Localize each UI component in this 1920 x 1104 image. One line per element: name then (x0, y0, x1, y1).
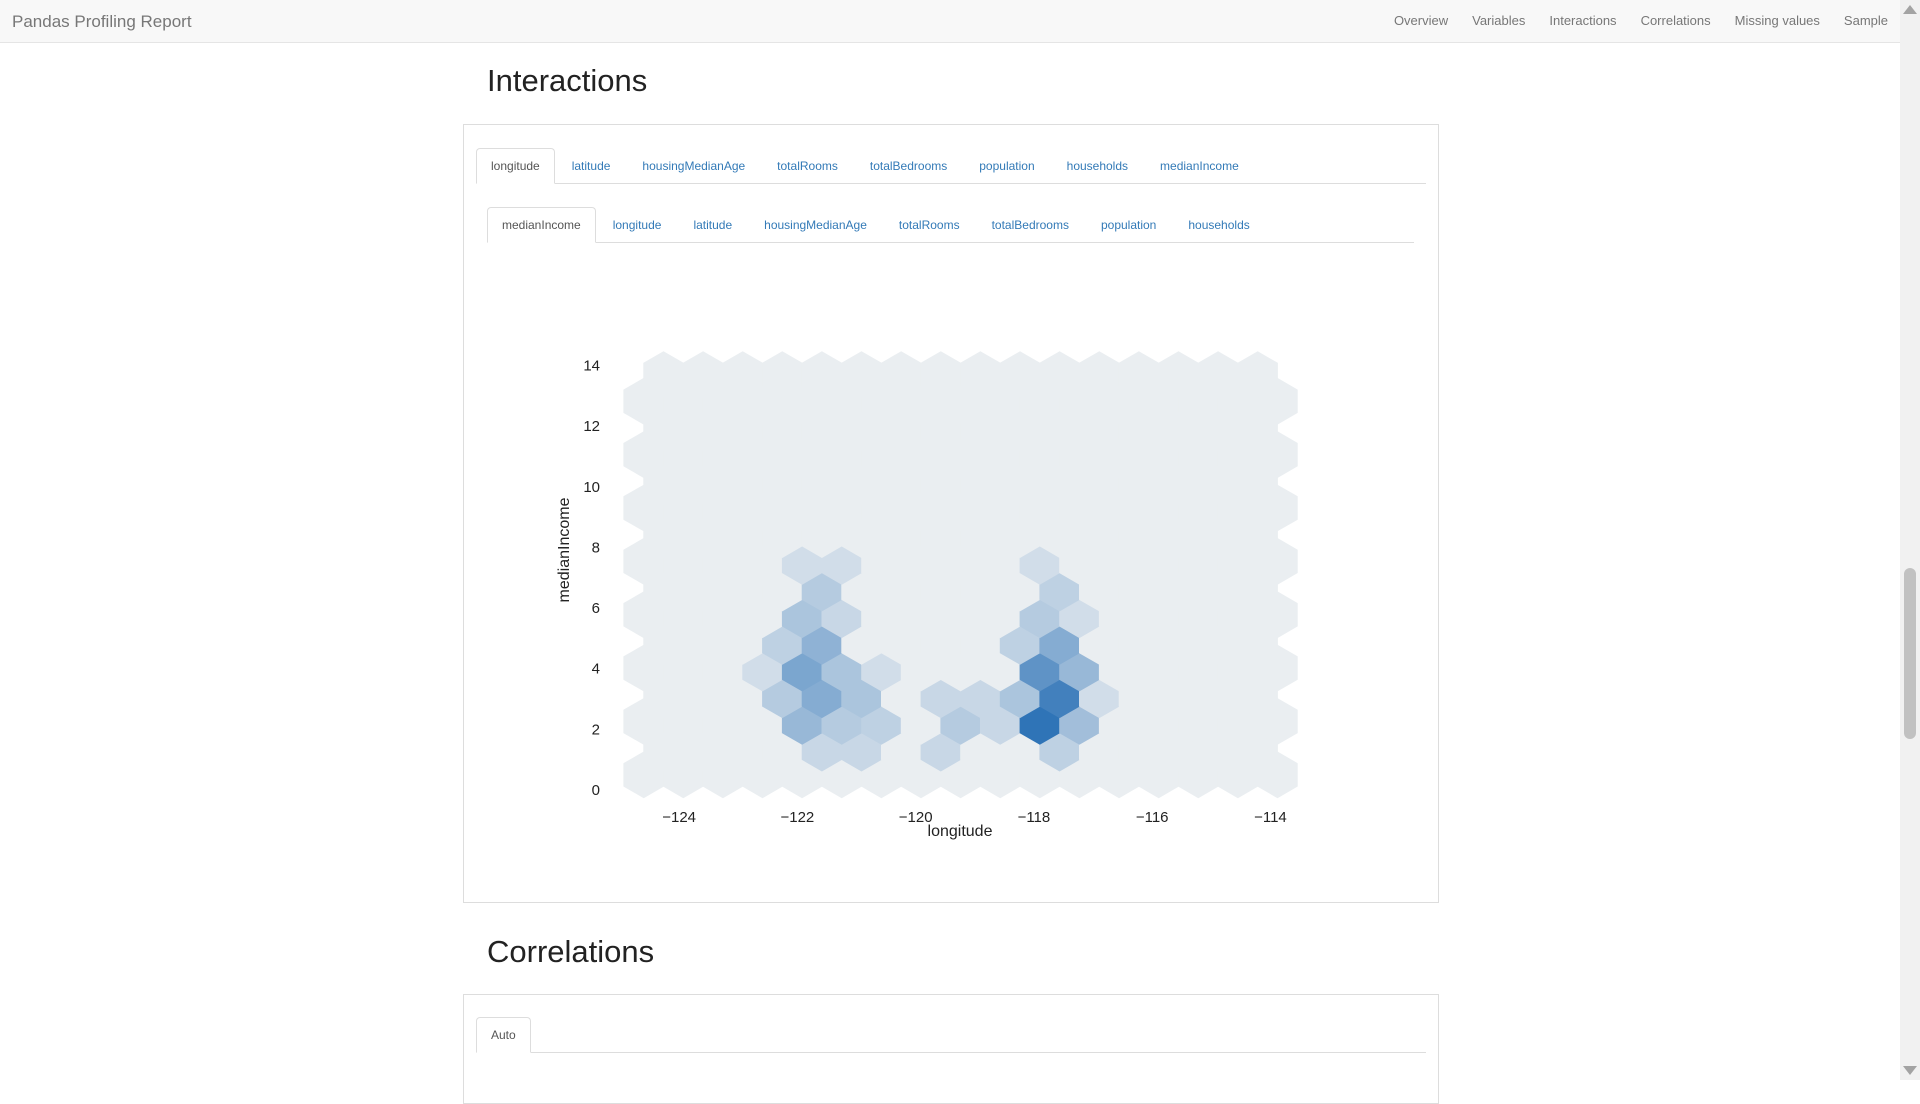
top-navbar: Pandas Profiling Report Overview Variabl… (0, 0, 1900, 43)
nav-link-sample[interactable]: Sample (1832, 0, 1900, 43)
inner-tab-medianincome[interactable]: medianIncome (487, 207, 596, 243)
y-tick-label: 12 (583, 418, 600, 435)
hexbin-chart: −124 −122 −120 −118 −116 −114 02468101214 lon… (556, 351, 1298, 840)
y-tick-label: 4 (592, 661, 600, 678)
interactions-outer-tabs: longitude latitude housingMedianAge tota… (476, 148, 1426, 184)
outer-tab-latitude[interactable]: latitude (557, 148, 626, 184)
x-tick-label: −116 (1136, 809, 1169, 826)
scroll-up-icon[interactable] (1903, 5, 1917, 14)
nav-link-interactions[interactable]: Interactions (1537, 0, 1628, 43)
outer-tab-totalbedrooms[interactable]: totalBedrooms (855, 148, 962, 184)
y-tick-label: 6 (592, 600, 600, 617)
y-tick-label: 14 (583, 357, 600, 374)
inner-tab-totalbedrooms[interactable]: totalBedrooms (977, 207, 1084, 243)
y-axis-label: medianIncome (556, 497, 573, 602)
y-tick-label: 2 (592, 721, 600, 738)
inner-tab-households[interactable]: households (1173, 207, 1264, 243)
x-axis-label: longitude (928, 823, 993, 840)
nav-link-correlations[interactable]: Correlations (1629, 0, 1723, 43)
y-tick-label: 0 (592, 782, 600, 799)
interactions-title: Interactions (487, 63, 648, 98)
correlations-tab-auto[interactable]: Auto (476, 1017, 531, 1053)
y-tick-label: 8 (592, 539, 600, 556)
outer-tab-medianincome[interactable]: medianIncome (1145, 148, 1254, 184)
nav-link-missing-values[interactable]: Missing values (1723, 0, 1832, 43)
x-tick-label: −122 (780, 809, 814, 826)
nav-links: Overview Variables Interactions Correlat… (1382, 0, 1900, 43)
correlations-title: Correlations (487, 934, 655, 969)
scroll-down-icon[interactable] (1903, 1066, 1917, 1075)
page-scrollbar[interactable] (1900, 0, 1920, 1080)
scrollbar-thumb[interactable] (1904, 568, 1916, 739)
y-tick-label: 10 (583, 479, 600, 496)
x-tick-label: −124 (662, 809, 696, 826)
outer-tab-population[interactable]: population (964, 148, 1049, 184)
nav-link-variables[interactable]: Variables (1460, 0, 1537, 43)
brand-link[interactable]: Pandas Profiling Report (12, 12, 192, 32)
inner-tab-totalrooms[interactable]: totalRooms (884, 207, 975, 243)
x-tick-label: −118 (1018, 809, 1051, 826)
outer-tab-totalrooms[interactable]: totalRooms (762, 148, 853, 184)
outer-tab-longitude[interactable]: longitude (476, 148, 555, 184)
outer-tab-housingmedianage[interactable]: housingMedianAge (627, 148, 760, 184)
inner-tab-latitude[interactable]: latitude (678, 207, 747, 243)
inner-tab-housingmedianage[interactable]: housingMedianAge (749, 207, 882, 243)
correlations-tabs: Auto (476, 1017, 1426, 1053)
interactions-inner-tabs: medianIncome longitude latitude housingM… (487, 207, 1414, 243)
inner-tab-population[interactable]: population (1086, 207, 1171, 243)
nav-link-overview[interactable]: Overview (1382, 0, 1460, 43)
hexbin-cells (623, 351, 1298, 799)
x-tick-label: −114 (1254, 809, 1287, 826)
outer-tab-households[interactable]: households (1052, 148, 1143, 184)
y-axis-ticks: 0 2 4 6 8 10 12 14 (583, 357, 600, 799)
inner-tab-longitude[interactable]: longitude (598, 207, 677, 243)
